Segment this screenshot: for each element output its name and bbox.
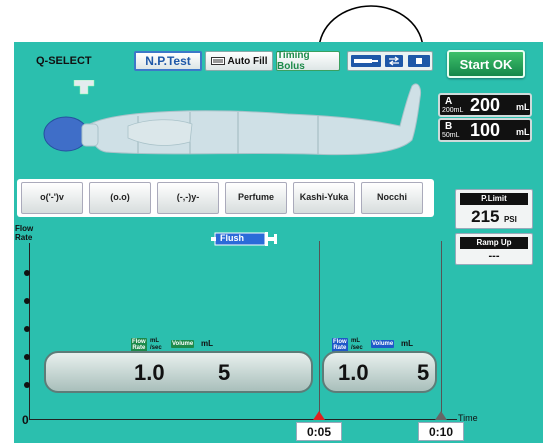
current-time-marker-icon bbox=[313, 411, 325, 420]
patient-body-diagram bbox=[43, 80, 421, 156]
syringe-icon bbox=[354, 59, 378, 63]
phase-1-flow-value: 1.0 bbox=[134, 360, 165, 385]
syringe-b-capacity: 50mL bbox=[442, 132, 460, 139]
phase-2-flow-tag: Flow Rate bbox=[332, 338, 348, 352]
phase-end-line bbox=[441, 241, 442, 419]
patient-head bbox=[43, 116, 89, 152]
phase-2-flow-unit: mL /sec bbox=[351, 338, 363, 352]
p-limit-panel[interactable]: P.Limit 215 PSI bbox=[455, 189, 533, 229]
flow-scale-dot bbox=[24, 326, 30, 332]
phase-2-flow-value: 1.0 bbox=[338, 360, 369, 385]
time-marker-2: 0:10 bbox=[418, 422, 464, 441]
ramp-up-value: --- bbox=[488, 250, 500, 262]
end-time-marker-icon bbox=[435, 411, 447, 420]
single-syringe-mode-icon[interactable] bbox=[351, 55, 381, 67]
phase-1-flow-unit: mL /sec bbox=[150, 338, 162, 352]
origin-label: 0 bbox=[22, 413, 29, 427]
np-test-button[interactable]: N.P.Test bbox=[134, 51, 202, 71]
ramp-up-title: Ramp Up bbox=[460, 237, 528, 249]
dual-mode-icon[interactable] bbox=[408, 55, 430, 67]
syringe-a-unit: mL bbox=[516, 102, 530, 112]
phase-2-volume-value: 5 bbox=[417, 360, 430, 385]
flush-label: Flush bbox=[220, 233, 244, 243]
flow-rate-axis-label: Flow Rate bbox=[15, 224, 33, 242]
volume-b-display: B 50mL 100 mL bbox=[438, 118, 532, 142]
phase-boundary-line bbox=[319, 241, 320, 419]
phase-1-volume-value: 5 bbox=[218, 360, 231, 385]
protocol-button-6[interactable]: Nocchi bbox=[361, 182, 423, 214]
p-limit-unit: PSI bbox=[503, 215, 517, 224]
syringe-a-letter: A bbox=[445, 96, 453, 107]
phase-2-volume-tag: Volume bbox=[371, 340, 395, 348]
auto-fill-label: Auto Fill bbox=[227, 55, 268, 67]
phase-2-flow-unit-top: mL bbox=[351, 338, 360, 344]
injection-mode-group bbox=[347, 51, 433, 71]
phase-1-flow-tag: Flow Rate bbox=[131, 338, 147, 352]
flow-axis-word: Flow bbox=[15, 224, 34, 233]
app-title: Q-SELECT bbox=[36, 55, 92, 67]
syringe-b-unit: mL bbox=[516, 127, 530, 137]
syringe-b-volume: 100 bbox=[470, 120, 501, 140]
syringe-a-capacity: 200mL bbox=[442, 107, 464, 114]
patient-body bbox=[89, 83, 421, 156]
phase-2-block[interactable]: 1.0 5 bbox=[322, 351, 437, 393]
injector-screen: Q-SELECT N.P.Test Auto Fill Timing Bolus… bbox=[14, 42, 543, 443]
start-ok-button[interactable]: Start OK bbox=[447, 50, 525, 78]
rate-axis-word: Rate bbox=[15, 233, 33, 242]
swap-arrows-icon bbox=[388, 56, 400, 66]
phase-2-volume-unit: mL bbox=[401, 339, 413, 348]
syringe-fill-icon bbox=[210, 57, 225, 65]
flow-scale-dot bbox=[24, 298, 30, 304]
injector-head-icon bbox=[73, 80, 95, 95]
x-axis-line bbox=[29, 419, 457, 420]
timing-bolus-button[interactable]: Timing Bolus bbox=[276, 50, 340, 72]
flow-scale-dot bbox=[24, 270, 30, 276]
protocol-button-2[interactable]: (o.o) bbox=[89, 182, 151, 214]
phase-1-volume-unit: mL bbox=[201, 339, 213, 348]
patient-neck bbox=[81, 123, 99, 147]
protocol-bar: o('-')v (o.o) (-,-)y- Perfume Kashi-Yuka… bbox=[17, 179, 434, 217]
flow-scale-dot bbox=[24, 354, 30, 360]
protocol-button-4[interactable]: Perfume bbox=[225, 182, 287, 214]
flow-scale-dot bbox=[24, 382, 30, 388]
swap-mode-icon[interactable] bbox=[385, 55, 403, 67]
protocol-button-3[interactable]: (-,-)y- bbox=[157, 182, 219, 214]
time-marker-1: 0:05 bbox=[296, 422, 342, 441]
syringe-a-volume: 200 bbox=[470, 95, 501, 115]
square-mode-icon bbox=[416, 58, 422, 64]
ramp-up-panel[interactable]: Ramp Up --- bbox=[455, 233, 533, 265]
syringe-b-letter: B bbox=[445, 121, 453, 132]
auto-fill-button[interactable]: Auto Fill bbox=[205, 51, 273, 71]
volume-a-display: A 200mL 200 mL bbox=[438, 93, 532, 117]
phase-1-block[interactable]: 1.0 5 bbox=[44, 351, 313, 393]
p-limit-value: 215 bbox=[471, 207, 500, 226]
p-limit-title: P.Limit bbox=[460, 193, 528, 205]
phase-1-flow-unit-top: mL bbox=[150, 338, 159, 344]
protocol-button-1[interactable]: o('-')v bbox=[21, 182, 83, 214]
p-limit-readout: 215 PSI bbox=[456, 207, 532, 227]
phase-1-volume-tag: Volume bbox=[171, 340, 195, 348]
protocol-button-5[interactable]: Kashi-Yuka bbox=[293, 182, 355, 214]
